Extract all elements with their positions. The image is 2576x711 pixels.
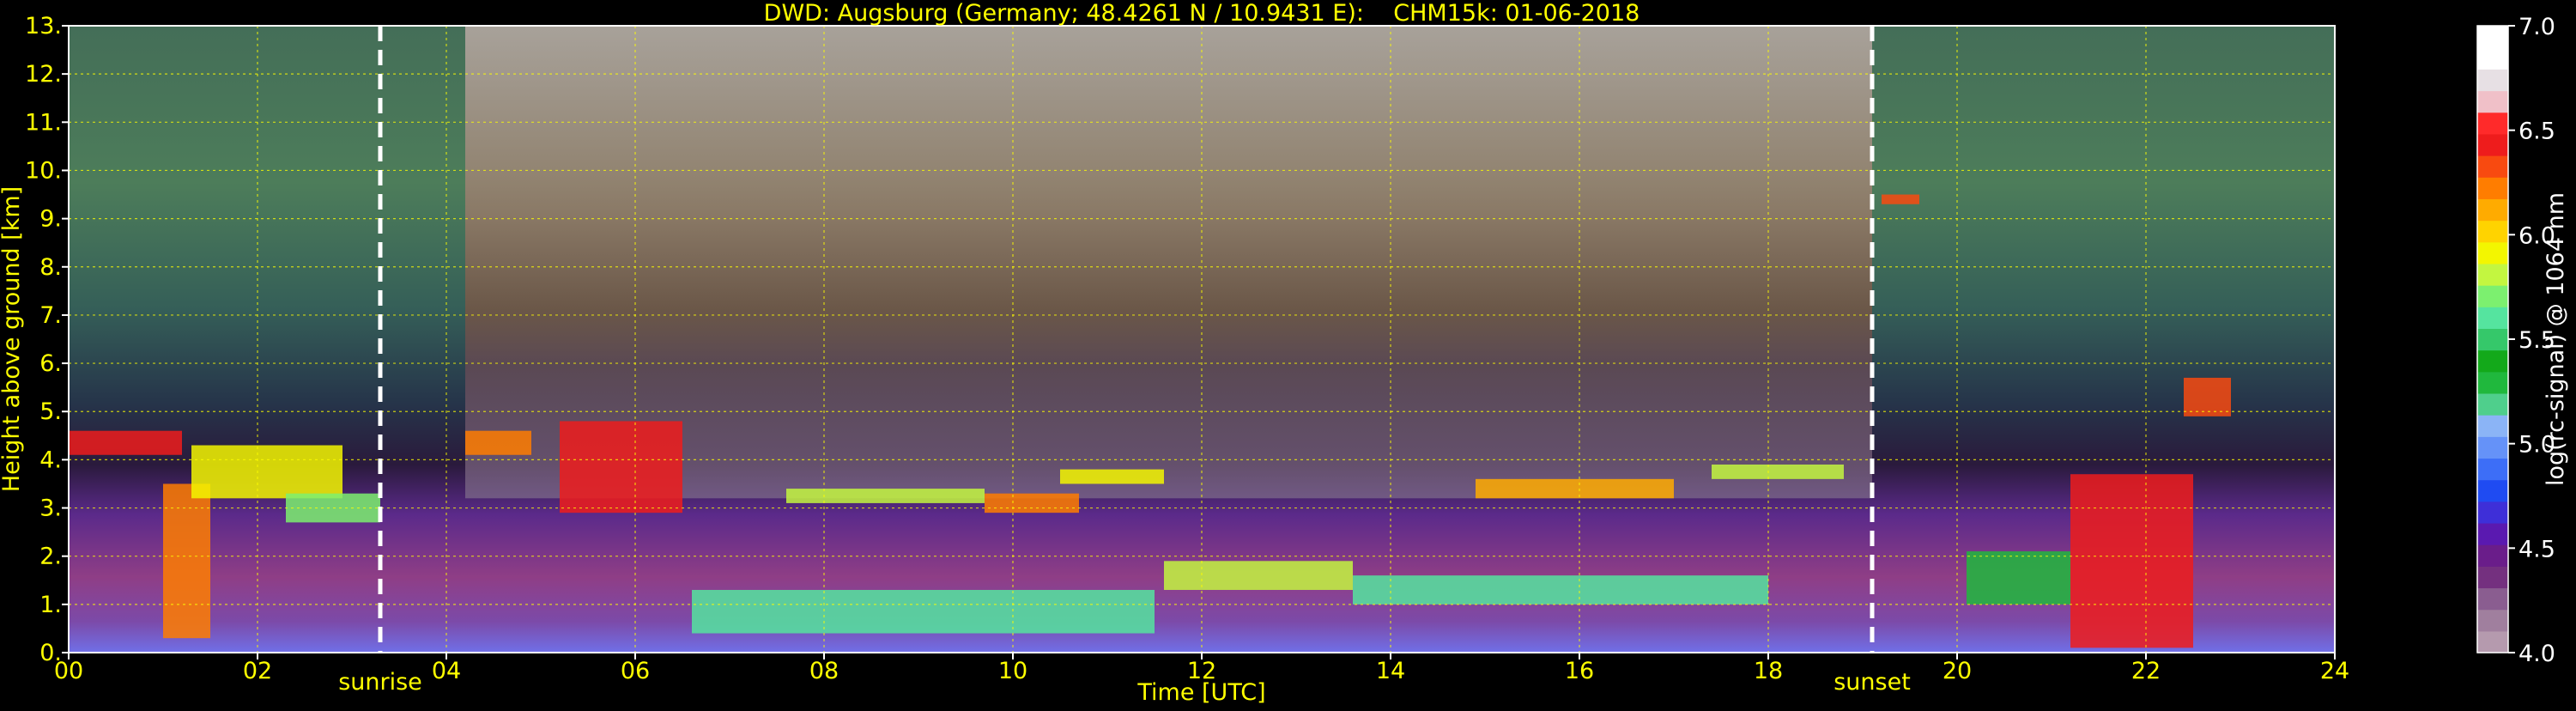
colorbar-segment: [2477, 155, 2508, 178]
colorbar-segment: [2477, 69, 2508, 92]
cloud-layer-blayer-1200: [1164, 561, 1353, 590]
colorbar-segment: [2477, 501, 2508, 524]
colorbar-segment: [2477, 522, 2508, 545]
cloud-layer-low-cloud-morning: [69, 430, 182, 455]
chart-svg: sunrise sunset 00 02 04 06 08 10 12 14 16 18 20 22 24…: [0, 13, 2569, 706]
x-tick-label: 16: [1565, 658, 1594, 684]
cloud-layer-cloud-0130: [191, 445, 342, 499]
colorbar-segment: [2477, 458, 2508, 481]
colorbar-segment: [2477, 371, 2508, 394]
y-tick-label: 0.: [39, 640, 62, 666]
x-tick-label: 08: [809, 658, 839, 684]
cloud-layer-cloud-1000: [985, 493, 1079, 514]
y-tick-label: 9.: [39, 206, 62, 233]
colorbar-segment: [2477, 241, 2508, 264]
colorbar-segment: [2477, 436, 2508, 459]
colorbar-segment: [2477, 47, 2508, 70]
colorbar-segment: [2477, 566, 2508, 589]
cloud-layer-cloud-1830: [1712, 465, 1844, 479]
colorbar-segment: [2477, 285, 2508, 307]
colorbar-segment: [2477, 112, 2508, 135]
colorbar-tick-label: 4.0: [2518, 641, 2555, 667]
colorbar-segment: [2477, 479, 2508, 502]
cloud-layer-cloud-2240: [2184, 377, 2231, 416]
colorbar-tick-label: 4.5: [2518, 536, 2555, 562]
x-tick-label: 24: [2320, 658, 2349, 684]
colorbar-segment: [2477, 198, 2508, 222]
colorbar-segment: [2477, 90, 2508, 113]
colorbar-segment: [2477, 328, 2508, 351]
x-tick-label: 22: [2131, 658, 2161, 684]
cloud-layer-convective-2130: [2070, 474, 2193, 648]
y-tick-label: 3.: [39, 495, 62, 522]
x-tick-label: 02: [243, 658, 272, 684]
x-tick-label: 04: [432, 658, 461, 684]
colorbar-segment: [2477, 415, 2508, 437]
y-tick-label: 8.: [39, 254, 62, 281]
colorbar-label: log(rc-signal) @ 1064 nm: [2543, 192, 2569, 486]
y-axis: 0.1.2.3.4.5.6.7.8.9.10.11.12.13.: [25, 13, 69, 666]
chart-title: DWD: Augsburg (Germany; 48.4261 N / 10.9…: [763, 0, 1640, 27]
cloud-layer-cloud-0530: [560, 421, 682, 514]
cloud-layer-convective-early: [163, 483, 210, 639]
cloud-layer-small-cloud-1920: [1882, 194, 1919, 204]
x-tick-label: 18: [1754, 658, 1783, 684]
y-tick-label: 7.: [39, 302, 62, 329]
y-axis-label: Height above ground [km]: [0, 186, 25, 492]
y-tick-label: 1.: [39, 592, 62, 618]
y-tick-label: 6.: [39, 350, 62, 377]
cloud-layer-cloud-0800: [786, 489, 985, 503]
x-tick-label: 10: [998, 658, 1027, 684]
x-axis-label: Time [UTC]: [1136, 679, 1265, 706]
colorbar-segment: [2477, 133, 2508, 156]
cloud-layer-blayer-0700: [692, 590, 1155, 634]
colorbar-segment: [2477, 630, 2508, 653]
colorbar-segment: [2477, 544, 2508, 567]
x-tick-label: 14: [1376, 658, 1405, 684]
colorbar-segment: [2477, 307, 2508, 330]
plot-area: sunrise sunset: [68, 25, 2336, 696]
colorbar-segment: [2477, 177, 2508, 199]
cloud-layer-cloud-0420: [465, 430, 531, 455]
y-tick-label: 2.: [39, 544, 62, 570]
colorbar-segment: [2477, 26, 2508, 48]
cloud-layer-cloud-1030: [1060, 469, 1164, 484]
lidar-chart: DWD: Augsburg (Germany; 48.4261 N / 10.9…: [0, 0, 2576, 708]
x-tick-label: 20: [1943, 658, 1972, 684]
colorbar-segment: [2477, 263, 2508, 286]
cloud-layer-evening-layer: [1967, 551, 2070, 605]
sunrise-label: sunrise: [338, 669, 422, 696]
y-tick-label: 5.: [39, 398, 62, 425]
colorbar-tick-label: 7.0: [2518, 14, 2555, 40]
y-tick-label: 4.: [39, 447, 62, 473]
y-tick-label: 11.: [25, 109, 62, 136]
colorbar-segment: [2477, 392, 2508, 416]
sunset-label: sunset: [1834, 669, 1911, 696]
cloud-layer-cloud-1500: [1476, 478, 1674, 499]
y-tick-label: 12.: [25, 61, 62, 88]
colorbar-segment: [2477, 609, 2508, 632]
colorbar-segment: [2477, 349, 2508, 373]
colorbar-segment: [2477, 220, 2508, 243]
cloud-layer-blayer-1530: [1353, 575, 1768, 605]
y-tick-label: 10.: [25, 157, 62, 184]
colorbar-tick-label: 6.5: [2518, 118, 2555, 145]
x-tick-label: 06: [621, 658, 650, 684]
colorbar-segment: [2477, 587, 2508, 611]
